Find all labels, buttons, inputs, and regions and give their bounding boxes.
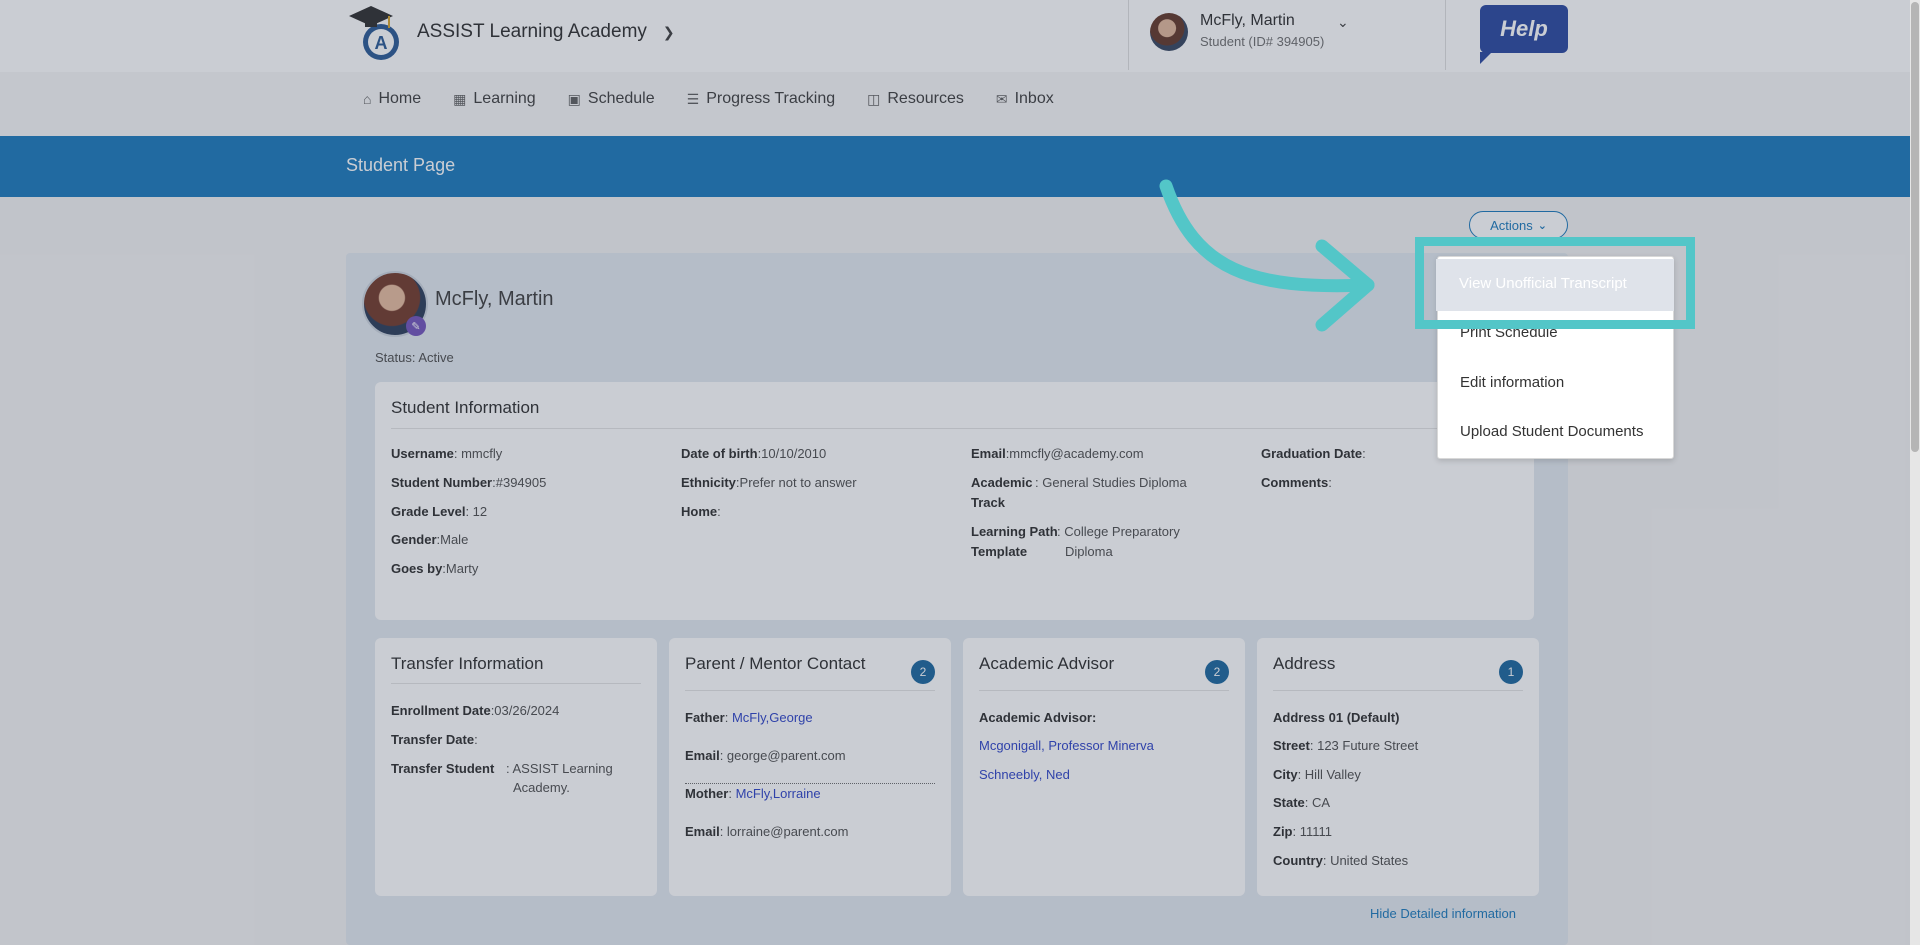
- menu-item-edit-information[interactable]: Edit information: [1460, 374, 1564, 391]
- dim-overlay: [0, 0, 1920, 945]
- scrollbar-thumb[interactable]: [1911, 2, 1919, 452]
- menu-item-upload-documents[interactable]: Upload Student Documents: [1460, 423, 1643, 440]
- highlight-frame: [1415, 237, 1695, 329]
